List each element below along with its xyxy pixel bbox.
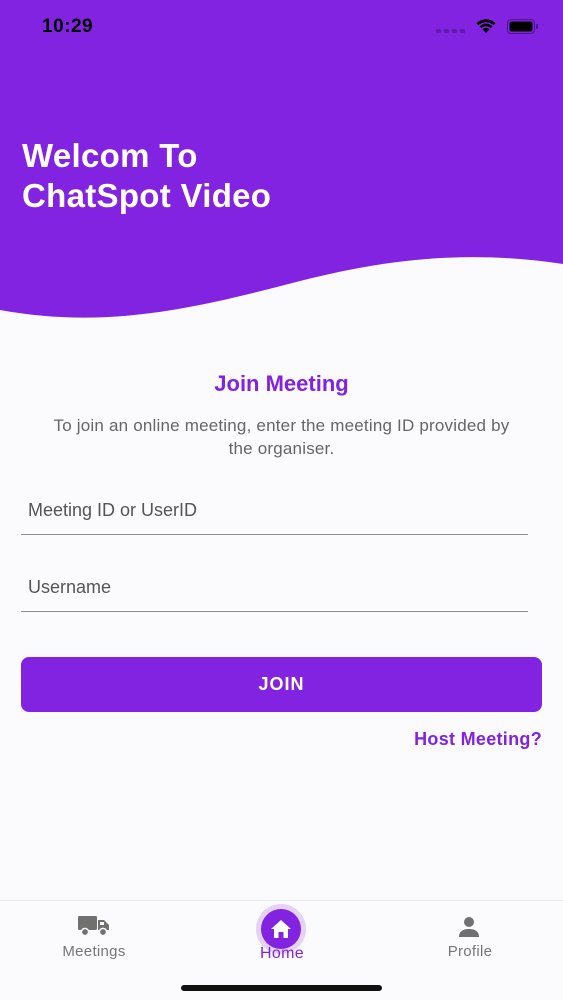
join-meeting-description: To join an online meeting, enter the mee… <box>53 416 510 458</box>
join-button[interactable]: JOIN <box>21 657 542 712</box>
home-tab-highlight <box>261 909 301 949</box>
tab-home[interactable]: Home <box>188 901 376 981</box>
wifi-icon <box>476 19 496 33</box>
tab-meetings[interactable]: Meetings <box>0 901 188 981</box>
username-input[interactable] <box>21 564 528 611</box>
welcome-title-line-1: Welcom To <box>22 137 198 174</box>
cellular-signal-icon <box>436 19 465 33</box>
battery-icon <box>507 18 538 34</box>
meeting-id-field <box>21 487 528 535</box>
welcome-title-line-2: ChatSpot Video <box>22 177 272 214</box>
status-icons <box>436 18 539 34</box>
host-meeting-link[interactable]: Host Meeting? <box>414 729 542 750</box>
tab-profile-label: Profile <box>447 943 493 960</box>
status-time: 10:29 <box>42 16 94 37</box>
person-icon <box>459 917 479 937</box>
header: 10:29 Welcom To ChatSpot Video <box>0 0 563 330</box>
status-bar: 10:29 <box>0 0 563 56</box>
truck-icon <box>78 916 109 937</box>
tab-meetings-label: Meetings <box>62 943 126 960</box>
welcome-title: Welcom To ChatSpot Video <box>22 136 271 216</box>
tab-profile[interactable]: Profile <box>376 901 563 981</box>
tab-home-label: Home <box>260 945 304 962</box>
home-indicator <box>181 985 382 991</box>
home-icon <box>271 920 291 938</box>
join-meeting-title: Join Meeting <box>214 371 349 396</box>
meeting-id-input[interactable] <box>21 487 528 534</box>
username-field <box>21 564 528 612</box>
